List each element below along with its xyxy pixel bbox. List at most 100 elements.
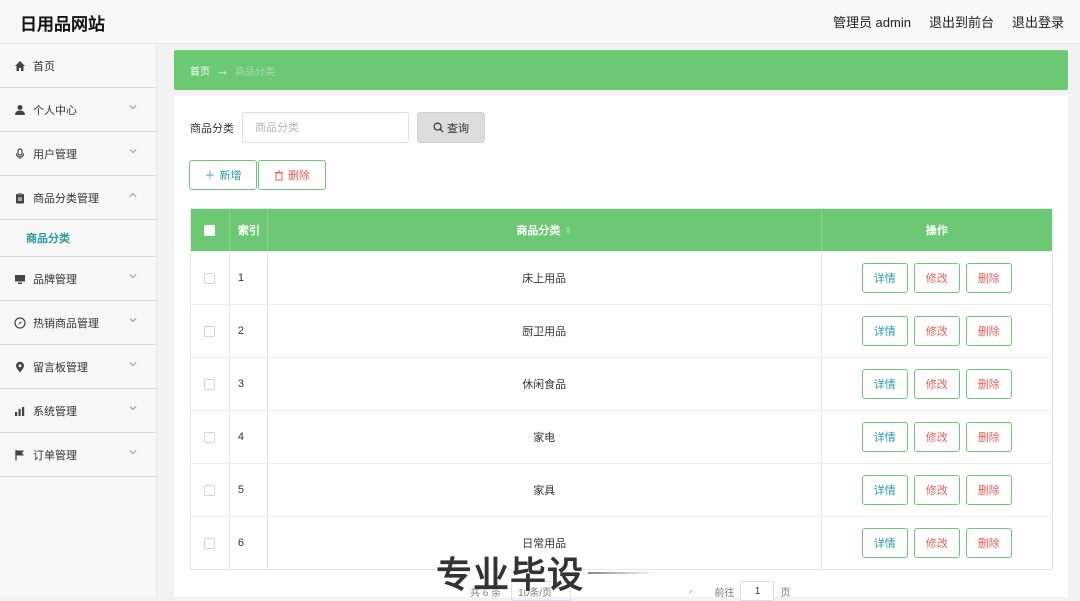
row-delete-button[interactable]: 删除 (965, 422, 1012, 452)
sidebar: 首页个人中心用户管理商品分类管理商品分类品牌管理热销商品管理留言板管理系统管理订… (0, 44, 157, 597)
table-row: 5 家具 详情 修改 删除 (191, 463, 1052, 516)
row-checkbox[interactable] (204, 272, 216, 284)
row-checkbox-cell (191, 517, 230, 569)
row-checkbox[interactable] (204, 431, 216, 443)
microphone-icon (13, 147, 27, 161)
edit-button[interactable]: 修改 (913, 475, 960, 505)
watermark-decoration (588, 572, 658, 574)
sidebar-item[interactable]: 品牌管理 (0, 257, 156, 301)
edit-button[interactable]: 修改 (913, 422, 960, 452)
sidebar-item[interactable]: 热销商品管理 (0, 301, 156, 345)
table-body: 1 床上用品 详情 修改 删除 2 厨卫用品 详情 修改 删除 3 休闲食品 详情 修改 删除 4 家电 详情 修改… (191, 251, 1052, 569)
sidebar-item[interactable]: 用户管理 (0, 132, 156, 176)
select-all-checkbox[interactable] (204, 224, 216, 236)
row-delete-button[interactable]: 删除 (965, 263, 1012, 293)
sidebar-subitem-category[interactable]: 商品分类 (0, 220, 156, 257)
sidebar-item-label: 系统管理 (33, 405, 77, 418)
home-icon (13, 59, 27, 73)
delete-button[interactable]: 删除 (258, 160, 326, 190)
sidebar-item[interactable]: 商品分类管理 (0, 176, 156, 220)
next-page-button[interactable]: › (689, 586, 692, 597)
location-icon (13, 360, 27, 374)
row-ops: 详情 修改 删除 (822, 517, 1052, 569)
chevron-up-icon (128, 190, 140, 202)
sidebar-item[interactable]: 留言板管理 (0, 345, 156, 389)
add-button[interactable]: ＋ 新增 (189, 160, 257, 190)
top-links: 管理员 admin 退出到前台 退出登录 (833, 12, 1064, 31)
goto-label: 前往 (714, 587, 735, 599)
row-checkbox[interactable] (204, 325, 216, 337)
header-name: 商品分类 (516, 225, 561, 237)
row-checkbox[interactable] (204, 378, 216, 390)
admin-user-label[interactable]: 管理员 admin (833, 12, 911, 31)
edit-button[interactable]: 修改 (913, 263, 960, 293)
edit-button[interactable]: 修改 (913, 528, 960, 558)
detail-button[interactable]: 详情 (861, 422, 908, 452)
edit-button[interactable]: 修改 (913, 369, 960, 399)
clipboard-icon (13, 191, 27, 205)
sidebar-item[interactable]: 首页 (0, 44, 156, 88)
page-suffix: 页 (780, 587, 791, 599)
row-category-name: 厨卫用品 (268, 305, 822, 357)
compass-icon (13, 316, 27, 330)
sidebar-item-label: 品牌管理 (33, 273, 77, 286)
edit-button[interactable]: 修改 (913, 316, 960, 346)
page-input[interactable] (740, 581, 775, 601)
row-checkbox-cell (191, 464, 230, 516)
detail-button[interactable]: 详情 (861, 475, 908, 505)
row-ops: 详情 修改 删除 (822, 411, 1052, 463)
trash-icon (275, 170, 283, 180)
detail-button[interactable]: 详情 (861, 528, 908, 558)
row-checkbox-cell (191, 305, 230, 357)
row-checkbox-cell (191, 358, 230, 410)
row-checkbox[interactable] (204, 484, 216, 496)
table-row: 1 床上用品 详情 修改 删除 (191, 251, 1052, 304)
sidebar-item-label: 商品分类管理 (33, 192, 99, 205)
row-category-name: 家具 (268, 464, 822, 516)
add-button-label: 新增 (219, 170, 242, 182)
exit-to-frontend-link[interactable]: 退出到前台 (929, 12, 994, 31)
row-index: 3 (230, 358, 268, 410)
site-title: 日用品网站 (20, 15, 105, 34)
row-delete-button[interactable]: 删除 (965, 528, 1012, 558)
breadcrumb-current: 商品分类 (235, 66, 275, 78)
row-index: 2 (230, 305, 268, 357)
row-delete-button[interactable]: 删除 (965, 316, 1012, 346)
header-name-cell[interactable]: 商品分类 ⇕ (268, 209, 822, 251)
sidebar-item-label: 订单管理 (33, 449, 77, 462)
chevron-down-icon (128, 403, 140, 415)
chevron-down-icon (128, 102, 140, 114)
detail-button[interactable]: 详情 (861, 316, 908, 346)
chevron-down-icon (128, 146, 140, 158)
table-row: 4 家电 详情 修改 删除 (191, 410, 1052, 463)
row-delete-button[interactable]: 删除 (965, 475, 1012, 505)
search-button[interactable]: 查询 (417, 112, 485, 143)
breadcrumb-arrow-icon: → (216, 62, 229, 78)
row-delete-button[interactable]: 删除 (965, 369, 1012, 399)
monitor-icon (13, 272, 27, 286)
sidebar-item[interactable]: 个人中心 (0, 88, 156, 132)
row-checkbox[interactable] (204, 537, 216, 549)
detail-button[interactable]: 详情 (861, 369, 908, 399)
logout-link[interactable]: 退出登录 (1012, 12, 1064, 31)
sidebar-item[interactable]: 系统管理 (0, 389, 156, 433)
breadcrumb-home[interactable]: 首页 (190, 63, 210, 78)
row-ops: 详情 修改 删除 (822, 252, 1052, 304)
delete-button-label: 删除 (288, 170, 310, 182)
search-button-label: 查询 (447, 122, 469, 135)
table-header: 索引 商品分类 ⇕ 操作 (191, 209, 1052, 251)
sidebar-item-label: 个人中心 (33, 104, 77, 117)
chevron-down-icon (128, 447, 140, 459)
sidebar-item-label: 热销商品管理 (33, 317, 99, 330)
sidebar-item[interactable]: 订单管理 (0, 433, 156, 477)
row-category-name: 休闲食品 (268, 358, 822, 410)
sidebar-item-label: 用户管理 (33, 148, 77, 161)
table-row: 6 日常用品 详情 修改 删除 (191, 516, 1052, 569)
row-category-name: 家电 (268, 411, 822, 463)
sort-icon[interactable]: ⇕ (564, 225, 572, 236)
table-row: 3 休闲食品 详情 修改 删除 (191, 357, 1052, 410)
search-input[interactable] (242, 112, 409, 143)
detail-button[interactable]: 详情 (861, 263, 908, 293)
search-row: 商品分类 查询 (190, 112, 485, 143)
header-ops: 操作 (925, 225, 948, 237)
